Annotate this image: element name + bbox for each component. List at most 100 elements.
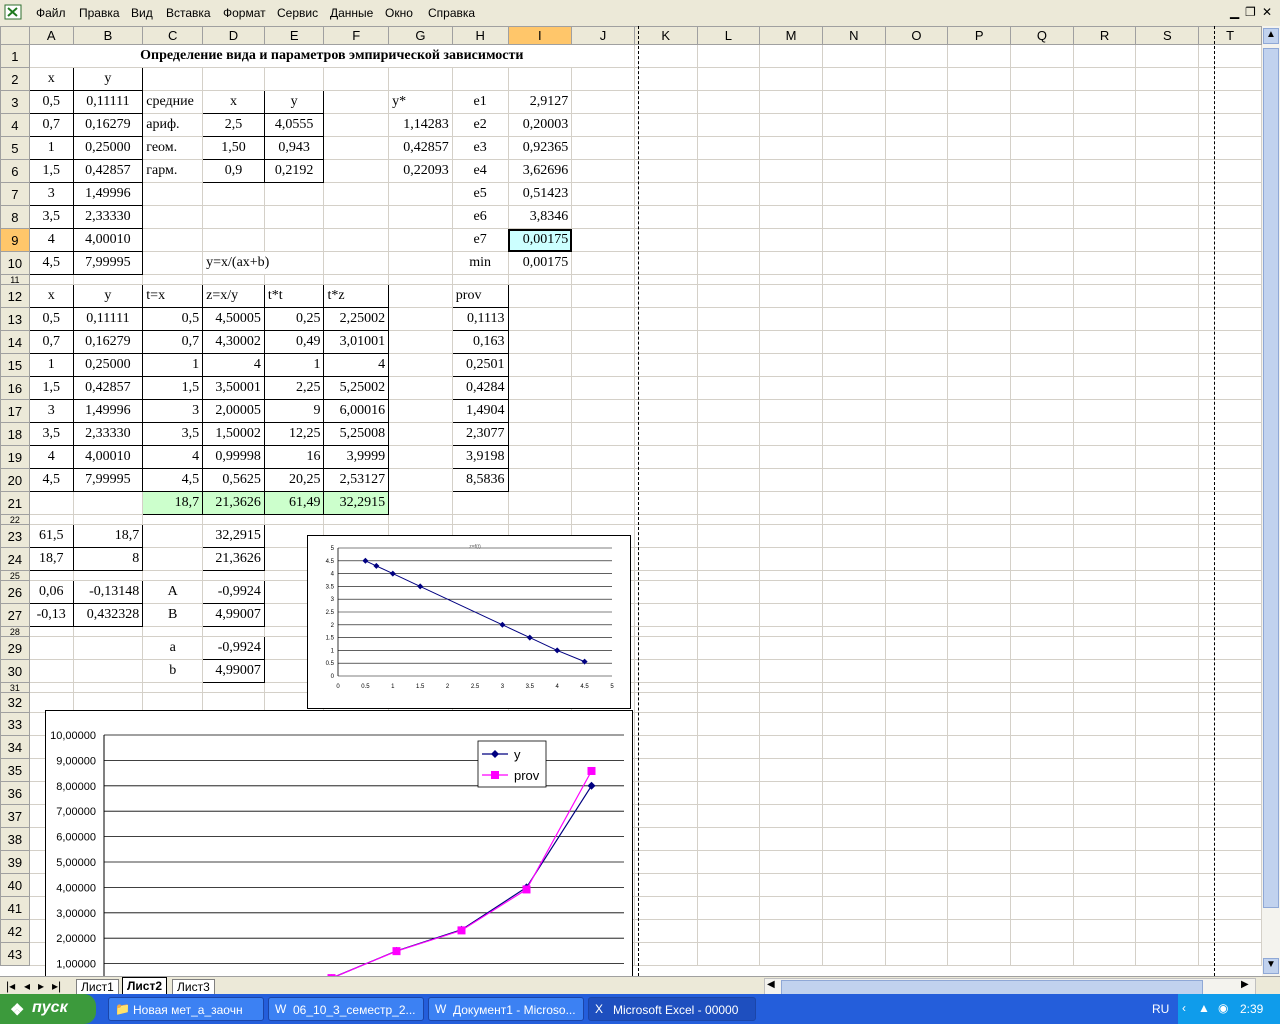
tray-network-icon[interactable]: ◉ bbox=[1218, 1001, 1228, 1015]
cell-h9[interactable]: e7 bbox=[451, 228, 509, 252]
row-header[interactable]: 6 bbox=[0, 159, 30, 183]
row-header[interactable]: 42 bbox=[0, 919, 30, 943]
cell-h3[interactable]: e1 bbox=[451, 90, 509, 114]
row-header[interactable]: 14 bbox=[0, 330, 30, 354]
table-cell[interactable]: 0,5 bbox=[142, 307, 204, 331]
row-header[interactable]: 37 bbox=[0, 804, 30, 828]
cell-h6[interactable]: e4 bbox=[451, 159, 509, 183]
table-cell-prov[interactable]: 2,3077 bbox=[451, 422, 509, 446]
cell-c3[interactable]: средние bbox=[142, 90, 204, 114]
table-cell[interactable]: 0,25000 bbox=[72, 353, 144, 377]
row-header[interactable]: 35 bbox=[0, 758, 30, 782]
cell-a8[interactable]: 3,5 bbox=[28, 205, 74, 229]
table-cell[interactable]: 1 bbox=[142, 353, 204, 377]
row-header[interactable]: 41 bbox=[0, 896, 30, 920]
table-cell[interactable]: 3,5 bbox=[28, 422, 74, 446]
next-sheet-icon[interactable]: ▸ bbox=[38, 979, 44, 993]
table-cell[interactable]: 3 bbox=[142, 399, 204, 423]
menu-window[interactable]: Окно bbox=[385, 6, 413, 20]
table-cell[interactable]: 4 bbox=[202, 353, 265, 377]
row-header[interactable]: 9 bbox=[0, 228, 30, 252]
cell-a23[interactable]: 61,5 bbox=[28, 524, 74, 548]
cell-b10[interactable]: 7,99995 bbox=[72, 251, 144, 275]
cell-h7[interactable]: e5 bbox=[451, 182, 509, 206]
row-header[interactable]: 11 bbox=[0, 274, 30, 285]
cell-e6[interactable]: 0,2192 bbox=[263, 159, 325, 183]
menu-help[interactable]: Справка bbox=[428, 6, 475, 20]
cell-b23[interactable]: 18,7 bbox=[72, 524, 144, 548]
cell-a24[interactable]: 18,7 bbox=[28, 547, 74, 571]
cell-g4[interactable]: 1,14283 bbox=[388, 113, 453, 137]
row-header[interactable]: 17 bbox=[0, 399, 30, 423]
cell-e4[interactable]: 4,0555 bbox=[263, 113, 325, 137]
cell-a5[interactable]: 1 bbox=[28, 136, 74, 160]
row-header[interactable]: 36 bbox=[0, 781, 30, 805]
row-header[interactable]: 18 bbox=[0, 422, 30, 446]
column-header-t[interactable]: T bbox=[1198, 26, 1262, 45]
cell-b2[interactable]: y bbox=[72, 67, 144, 91]
column-header-e[interactable]: E bbox=[263, 26, 325, 45]
row-header[interactable]: 26 bbox=[0, 580, 30, 604]
cell-b26[interactable]: -0,13148 bbox=[72, 580, 144, 604]
cell-e5[interactable]: 0,943 bbox=[263, 136, 325, 160]
table-cell-prov[interactable]: 0,163 bbox=[451, 330, 509, 354]
first-sheet-icon[interactable]: |◂ bbox=[6, 979, 15, 993]
table-cell[interactable]: 0,25 bbox=[263, 307, 325, 331]
row-header[interactable]: 20 bbox=[0, 468, 30, 492]
menu-data[interactable]: Данные bbox=[330, 6, 373, 20]
row-header[interactable]: 24 bbox=[0, 547, 30, 571]
close-icon[interactable]: ✕ bbox=[1262, 5, 1272, 19]
cell-d6[interactable]: 0,9 bbox=[202, 159, 265, 183]
table-cell[interactable]: 4,00010 bbox=[72, 445, 144, 469]
row-header[interactable]: 31 bbox=[0, 682, 30, 693]
cell-i7[interactable]: 0,51423 bbox=[507, 182, 573, 206]
cell-b5[interactable]: 0,25000 bbox=[72, 136, 144, 160]
column-header-m[interactable]: M bbox=[759, 26, 823, 45]
cell-a4[interactable]: 0,7 bbox=[28, 113, 74, 137]
table-cell[interactable]: 4,5 bbox=[28, 468, 74, 492]
row-header[interactable]: 12 bbox=[0, 284, 30, 308]
row-header[interactable]: 33 bbox=[0, 712, 30, 736]
menu-format[interactable]: Формат bbox=[223, 6, 266, 20]
row-header[interactable]: 34 bbox=[0, 735, 30, 759]
cell-d24[interactable]: 21,3626 bbox=[202, 547, 265, 571]
cell-i8[interactable]: 3,8346 bbox=[507, 205, 573, 229]
scroll-left-icon[interactable]: ◀ bbox=[767, 979, 775, 990]
table-cell[interactable]: 7,99995 bbox=[72, 468, 144, 492]
column-header-b[interactable]: B bbox=[72, 26, 144, 45]
row-header[interactable]: 21 bbox=[0, 491, 30, 515]
row-header[interactable]: 28 bbox=[0, 626, 30, 637]
row-header[interactable]: 27 bbox=[0, 603, 30, 627]
task-folder[interactable]: 📁 Новая мет_а_заочн bbox=[108, 997, 264, 1021]
task-excel[interactable]: X Microsoft Excel - 00000 bbox=[588, 997, 756, 1021]
chart-z-of-t[interactable]: 0 0.5 1 1.5 2 2.5 3 3.5 4 4.5 5 0 0.5 1 1.5 2 2.5 3 3.5 4 4.… bbox=[307, 535, 631, 709]
row-header[interactable]: 10 bbox=[0, 251, 30, 275]
cell-b3[interactable]: 0,11111 bbox=[72, 90, 144, 114]
table-cell[interactable]: 2,25002 bbox=[323, 307, 390, 331]
column-header-h[interactable]: H bbox=[451, 26, 509, 45]
row-header[interactable]: 19 bbox=[0, 445, 30, 469]
excel-app-icon[interactable] bbox=[4, 3, 22, 21]
column-header-o[interactable]: O bbox=[884, 26, 949, 45]
column-header-r[interactable]: R bbox=[1072, 26, 1137, 45]
table-cell[interactable]: 1,5 bbox=[28, 376, 74, 400]
table-cell-prov[interactable]: 8,5836 bbox=[451, 468, 509, 492]
cell-a27[interactable]: -0,13 bbox=[28, 603, 74, 627]
table-cell[interactable]: 4 bbox=[28, 445, 74, 469]
cell-d3[interactable]: x bbox=[202, 90, 265, 114]
cell-d10[interactable]: y=x/(ax+b) bbox=[202, 251, 325, 275]
menu-file[interactable]: Файл bbox=[36, 6, 66, 20]
table-cell[interactable]: 3 bbox=[28, 399, 74, 423]
cell-d23[interactable]: 32,2915 bbox=[202, 524, 265, 548]
table-cell[interactable]: 3,01001 bbox=[323, 330, 390, 354]
cell-f21[interactable]: 32,2915 bbox=[323, 491, 390, 515]
sheet-tab-3[interactable]: Лист3 bbox=[172, 979, 215, 995]
table-cell[interactable]: 2,53127 bbox=[323, 468, 390, 492]
minimize-icon[interactable]: ▁ bbox=[1230, 5, 1239, 19]
table-cell-prov[interactable]: 0,2501 bbox=[451, 353, 509, 377]
cell-i4[interactable]: 0,20003 bbox=[507, 113, 573, 137]
table-cell[interactable]: 3,5 bbox=[142, 422, 204, 446]
task-word-2[interactable]: W Документ1 - Microso... bbox=[428, 997, 584, 1021]
cell-d30[interactable]: 4,99007 bbox=[202, 659, 265, 683]
row-header[interactable]: 16 bbox=[0, 376, 30, 400]
